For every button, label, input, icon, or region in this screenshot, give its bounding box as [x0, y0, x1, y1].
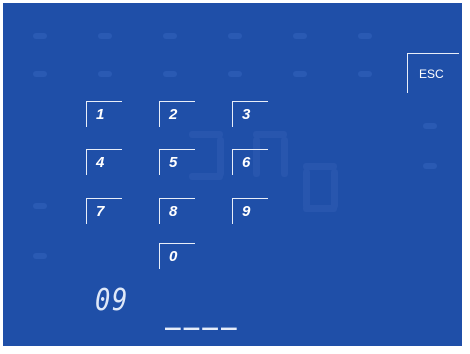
channel-readout: 09: [95, 283, 130, 318]
key-3-button[interactable]: 3: [232, 101, 268, 127]
remote-keypad-screen: ESC 1 2 3 4 5 6 7 8 9 0 09 ____: [3, 3, 462, 346]
background-dot: [163, 33, 177, 39]
background-dot: [33, 203, 47, 209]
key-7-button[interactable]: 7: [86, 198, 122, 224]
key-1-button[interactable]: 1: [86, 101, 122, 127]
background-dot: [358, 71, 372, 77]
ghost-segment: [303, 169, 310, 209]
background-dot: [228, 71, 242, 77]
background-dot: [33, 71, 47, 77]
background-dot: [293, 71, 307, 77]
background-dot: [358, 33, 372, 39]
esc-button[interactable]: ESC: [407, 53, 459, 93]
ghost-segment: [217, 137, 224, 177]
background-dot: [293, 33, 307, 39]
key-2-button[interactable]: 2: [159, 101, 195, 127]
background-dot: [98, 71, 112, 77]
ghost-segment: [303, 205, 337, 212]
digit-entry-readout: ____: [165, 301, 240, 331]
key-4-button[interactable]: 4: [86, 149, 122, 175]
background-dot: [423, 163, 437, 169]
background-dot: [163, 71, 177, 77]
background-dot: [33, 33, 47, 39]
key-9-button[interactable]: 9: [232, 198, 268, 224]
background-dot: [228, 33, 242, 39]
background-dot: [98, 33, 112, 39]
background-dot: [423, 123, 437, 129]
key-0-button[interactable]: 0: [159, 243, 195, 269]
key-5-button[interactable]: 5: [159, 149, 195, 175]
ghost-segment: [331, 169, 338, 209]
key-8-button[interactable]: 8: [159, 198, 195, 224]
ghost-segment: [281, 137, 288, 177]
background-dot: [33, 253, 47, 259]
key-6-button[interactable]: 6: [232, 149, 268, 175]
